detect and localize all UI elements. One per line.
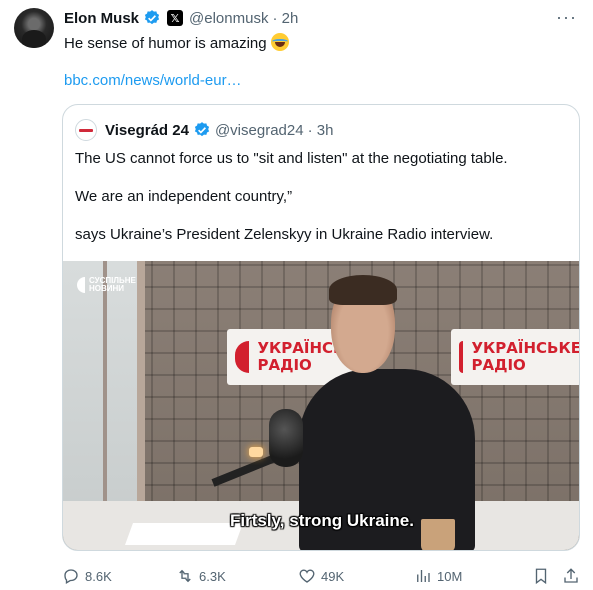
post-time[interactable]: · 2h [272,10,298,27]
post-text-content: He sense of humor is amazing [64,35,267,52]
author-name[interactable]: Elon Musk [64,10,139,27]
quoted-paragraph: We are an independent country,” [75,188,293,205]
author-avatar[interactable] [14,8,54,48]
quoted-paragraph: says Ukraine’s President Zelenskyy in Uk… [75,226,494,243]
quoted-text: The US cannot force us to "sit and liste… [75,149,570,263]
watermark-line2: НОВИНИ [89,284,125,293]
microphone-light [249,447,263,457]
suspilne-watermark: СУСПІЛЬНЕ НОВИНИ [77,277,136,293]
reply-icon [64,569,78,584]
views-button[interactable]: 10M [414,566,462,586]
post-text: He sense of humor is amazing [64,33,289,54]
bar-chart-icon [417,570,430,582]
suspilne-logo-icon [77,277,85,293]
sign-line2: РАДІО [257,356,312,374]
share-button[interactable] [562,566,580,586]
quoted-author-name[interactable]: Visegrád 24 [105,122,189,139]
quoted-author-avatar[interactable] [75,119,97,141]
bookmark-button[interactable] [532,566,550,586]
video-media[interactable]: СУСПІЛЬНЕ НОВИНИ УКРАЇНСЬКЕ РАДІО УКРАЇН… [63,261,580,550]
quoted-paragraph: The US cannot force us to "sit and liste… [75,150,508,167]
x-logo-icon[interactable]: 𝕏 [167,10,184,26]
repost-icon [179,569,191,583]
action-bar: 8.6K 6.3K 49K 10M [62,566,582,586]
like-count: 49K [321,568,345,584]
reply-count: 8.6K [85,568,112,584]
sign-line1: УКРАЇНСЬКЕ [471,339,580,357]
quoted-author-handle[interactable]: @visegrad24 [215,122,304,139]
article-link[interactable]: bbc.com/news/world-eur… [64,72,242,89]
quoted-header: Visegrád 24 @visegrad24 · 3h [75,119,333,141]
verified-badge-icon [143,9,161,27]
repost-button[interactable]: 6.3K [176,566,226,586]
heart-icon [299,569,315,583]
radio-logo-icon [459,341,464,373]
author-handle[interactable]: @elonmusk [189,10,268,27]
more-horizontal-icon[interactable]: ··· [556,8,577,26]
radio-sign: УКРАЇНСЬКЕ РАДІО [451,329,580,385]
reply-button[interactable]: 8.6K [62,566,112,586]
share-icon [564,568,578,583]
radio-logo-icon [235,341,250,373]
sign-line2: РАДІО [471,356,526,374]
video-caption: Firtsly, strong Ukraine. [230,511,414,530]
laughing-emoji-icon [270,33,289,51]
speaker-hair [329,275,397,305]
quoted-tweet[interactable]: Visegrád 24 @visegrad24 · 3h The US cann… [62,104,580,551]
verified-badge-icon [193,121,211,139]
microphone [269,409,303,467]
quoted-post-time[interactable]: · 3h [308,122,334,139]
views-count: 10M [437,568,463,584]
like-button[interactable]: 49K [298,566,344,586]
tweet-header: Elon Musk 𝕏 @elonmusk · 2h [64,8,298,28]
tweet: Elon Musk 𝕏 @elonmusk · 2h ··· He sense … [0,0,593,590]
bookmark-icon [535,568,547,585]
repost-count: 6.3K [199,568,226,584]
